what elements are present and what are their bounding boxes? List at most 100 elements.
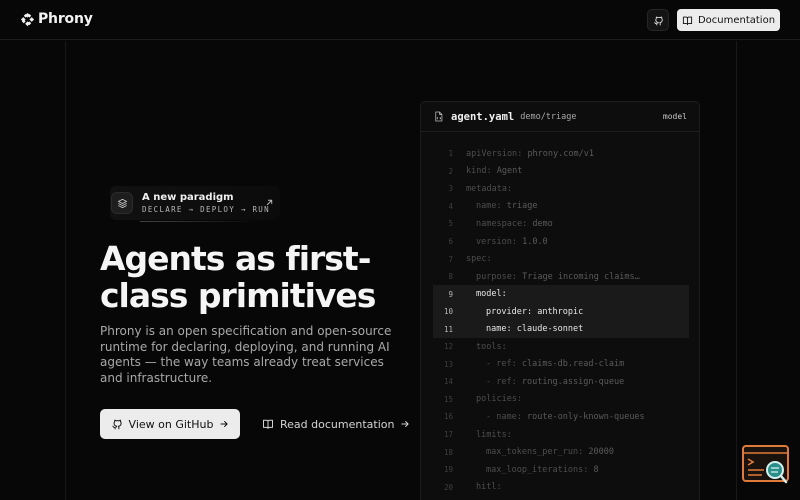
hero-headline: Agents as first-class primitives bbox=[100, 239, 376, 315]
yaml-value: 20000 bbox=[588, 447, 614, 458]
line-number: 15 bbox=[443, 394, 453, 404]
github-icon bbox=[653, 16, 663, 25]
yaml-value: Agent bbox=[496, 166, 523, 177]
brand-link[interactable]: Phrony bbox=[20, 11, 93, 27]
yaml-key: kind bbox=[466, 166, 487, 177]
hero-lede: Phrony is an open specification and open… bbox=[100, 324, 392, 385]
line-number: 12 bbox=[443, 342, 453, 352]
code-line: 10 provider: anthropic bbox=[433, 302, 689, 321]
divider-right bbox=[736, 41, 737, 500]
yaml-key: hitl bbox=[476, 482, 497, 493]
github-button[interactable] bbox=[647, 9, 669, 31]
code-line: 14- ref: routing.assign-queue bbox=[433, 373, 689, 391]
book-icon bbox=[263, 419, 273, 429]
code-body: 1 apiVersion: phrony.com/v1 2 kind: Agent 3 m… bbox=[421, 145, 699, 496]
yaml-key: spec bbox=[466, 254, 487, 265]
code-line: 9 model: bbox=[433, 285, 689, 303]
yaml-key: version bbox=[476, 236, 512, 247]
yaml-key: metadata bbox=[466, 183, 507, 194]
file-name: agent.yaml bbox=[451, 110, 515, 123]
yaml-value: routing.assign-queue bbox=[521, 376, 625, 387]
badge-subtitle: DECLARE → DEPLOY → RUN bbox=[142, 205, 270, 214]
yaml-value: 1.0.0 bbox=[522, 236, 548, 247]
layers-icon bbox=[117, 198, 127, 208]
code-line: 2 kind: Agent bbox=[433, 163, 689, 181]
divider-left bbox=[65, 41, 66, 500]
line-number: 8 bbox=[448, 272, 453, 282]
yaml-value: route-only-known-queues bbox=[526, 411, 645, 422]
line-number: 13 bbox=[443, 359, 453, 369]
floating-tool-widget[interactable] bbox=[742, 445, 790, 485]
line-number: 14 bbox=[443, 377, 453, 387]
yaml-value: triage bbox=[506, 201, 538, 212]
arrow-up-right-icon bbox=[266, 199, 273, 206]
yaml-key: name bbox=[486, 324, 507, 335]
file-code-icon bbox=[435, 111, 443, 122]
line-number: 3 bbox=[448, 184, 453, 194]
code-line: 7 spec: bbox=[433, 250, 689, 268]
code-line: 15 policies: bbox=[433, 391, 689, 409]
line-number: 16 bbox=[443, 412, 453, 422]
code-line: 3 metadata: bbox=[433, 180, 689, 198]
yaml-value: claude-sonnet bbox=[516, 324, 584, 335]
top-nav: Phrony Documentation bbox=[0, 0, 800, 40]
code-line: 6 version: 1.0.0 bbox=[433, 233, 689, 251]
code-line: 20 hitl: bbox=[433, 478, 689, 496]
yaml-value: claims-db.read-claim bbox=[521, 359, 625, 370]
badge-title: A new paradigm bbox=[142, 192, 234, 203]
view-on-github-button[interactable]: View on GitHub bbox=[100, 409, 240, 439]
line-number: 19 bbox=[443, 465, 453, 475]
yaml-key: model bbox=[476, 289, 502, 300]
code-line: 18 max_tokens_per_run: 20000 bbox=[433, 443, 689, 461]
yaml-key: limits bbox=[476, 429, 507, 440]
code-line: 17 limits: bbox=[433, 426, 689, 444]
read-documentation-link[interactable]: Read documentation bbox=[262, 409, 410, 439]
code-line: 13- ref: claims-db.read-claim bbox=[433, 356, 689, 374]
line-number: 7 bbox=[448, 254, 453, 264]
line-number: 11 bbox=[443, 324, 453, 334]
code-line: 5 namespace: demo bbox=[433, 215, 689, 233]
yaml-key: tools bbox=[476, 341, 502, 352]
line-number: 20 bbox=[443, 482, 453, 492]
code-line: 12 tools: bbox=[433, 338, 689, 356]
documentation-button[interactable]: Documentation bbox=[677, 9, 780, 31]
book-icon bbox=[682, 16, 693, 25]
line-number: 9 bbox=[448, 289, 453, 299]
line-number: 10 bbox=[443, 307, 453, 317]
code-line: 16- name: route-only-known-queues bbox=[433, 408, 689, 426]
github-icon bbox=[111, 419, 122, 430]
yaml-value: phrony.com/v1 bbox=[527, 148, 594, 159]
paradigm-badge[interactable]: A new paradigm DECLARE → DEPLOY → RUN bbox=[110, 186, 280, 220]
file-path: demo/triage bbox=[520, 111, 577, 122]
yaml-key: namespace bbox=[476, 218, 523, 229]
yaml-key: name bbox=[476, 201, 497, 212]
code-line: 11 name: claude-sonnet bbox=[433, 320, 689, 339]
view-on-github-label: View on GitHub bbox=[128, 417, 214, 431]
yaml-key: - ref bbox=[486, 359, 512, 370]
line-number: 4 bbox=[448, 201, 453, 211]
yaml-value: demo bbox=[532, 218, 553, 229]
editor-header: agent.yaml demo/triage model bbox=[421, 102, 699, 132]
badge-underline bbox=[140, 221, 260, 222]
code-editor-panel: agent.yaml demo/triage model 1 apiVersion… bbox=[420, 101, 700, 500]
code-line: 4 name: triage bbox=[433, 198, 689, 216]
brand-name: Phrony bbox=[38, 11, 93, 27]
yaml-value: Triage incoming claims… bbox=[522, 271, 640, 282]
yaml-key: policies bbox=[476, 394, 517, 405]
line-number: 18 bbox=[443, 447, 453, 457]
yaml-key: - name bbox=[486, 411, 517, 422]
arrow-right-icon bbox=[401, 421, 410, 427]
line-number: 6 bbox=[448, 237, 453, 246]
line-number: 5 bbox=[448, 219, 453, 229]
terminal-search-icon bbox=[742, 445, 789, 484]
yaml-key: max_tokens_per_run bbox=[486, 447, 579, 458]
yaml-key: apiVersion bbox=[466, 148, 518, 159]
code-line: 8 purpose: Triage incoming claims… bbox=[433, 268, 689, 286]
code-line: 1 apiVersion: phrony.com/v1 bbox=[433, 145, 689, 163]
code-line: 19 max_loop_iterations: 8 bbox=[433, 461, 689, 479]
yaml-key: max_loop_iterations bbox=[486, 464, 584, 475]
yaml-value: anthropic bbox=[537, 306, 584, 317]
line-number: 1 bbox=[448, 149, 453, 159]
line-number: 2 bbox=[448, 166, 453, 176]
badge-icon-box bbox=[111, 192, 133, 214]
